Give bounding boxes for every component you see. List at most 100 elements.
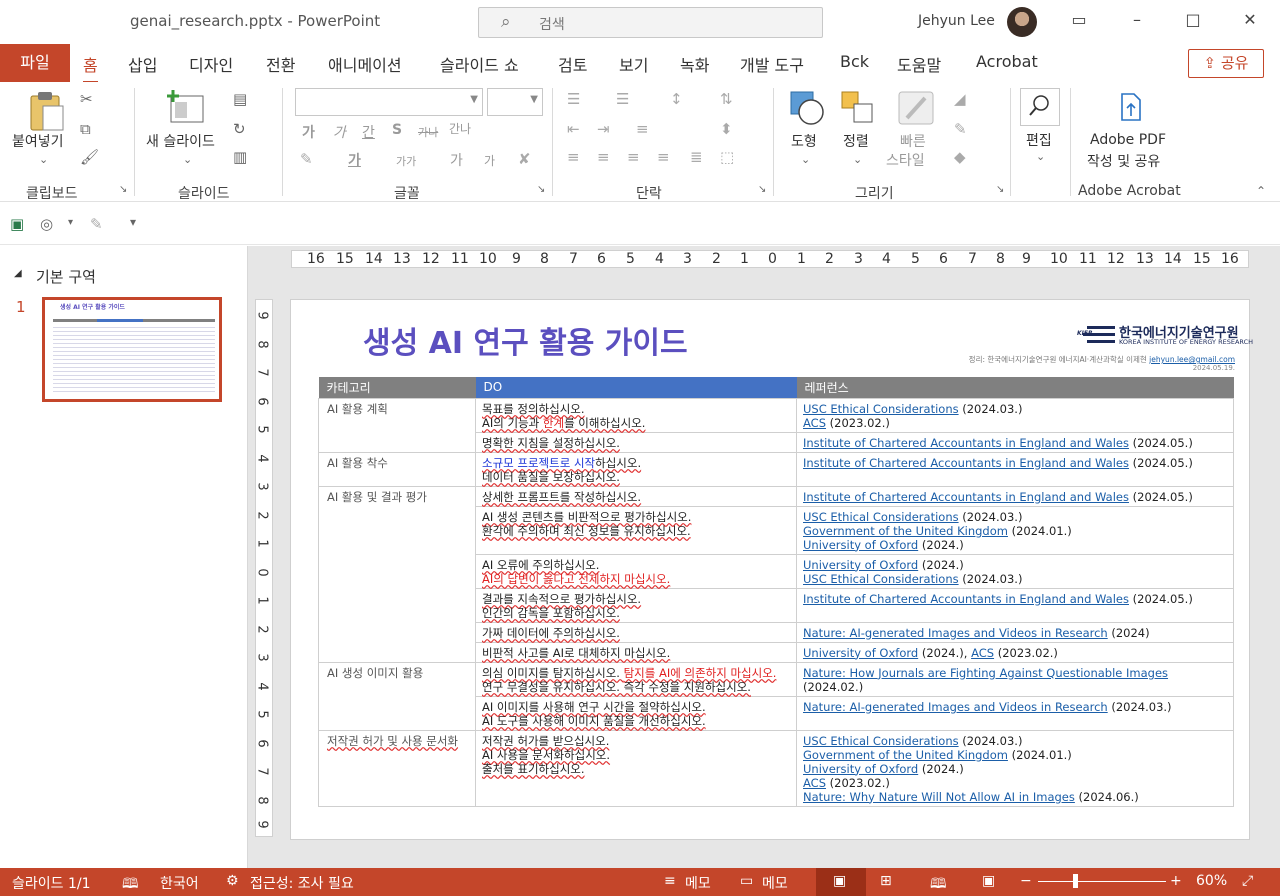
text-highlight-icon[interactable]: ✎ <box>300 150 313 168</box>
tab-acrobat[interactable]: Acrobat <box>976 52 1038 71</box>
fit-slide-icon[interactable]: ⤢ <box>1242 873 1253 889</box>
columns-icon[interactable]: ≡ <box>636 120 649 138</box>
new-slide-dropdown-icon[interactable]: ⌄ <box>183 153 192 166</box>
ref-link[interactable]: Institute of Chartered Accountants in En… <box>803 592 1129 606</box>
tab-developer[interactable]: 개발 도구 <box>740 52 804 76</box>
decrease-indent-icon[interactable]: ⇤ <box>567 120 580 138</box>
shapes-dropdown-icon[interactable]: ⌄ <box>801 153 810 166</box>
italic-button[interactable]: 가 <box>333 122 346 142</box>
ref-link[interactable]: USC Ethical Considerations <box>803 572 959 586</box>
font-family-select[interactable]: ▼ <box>295 88 483 116</box>
bold-button[interactable]: 가 <box>302 122 315 142</box>
maximize-icon[interactable]: □ <box>1181 10 1205 29</box>
editing-dropdown-icon[interactable]: ⌄ <box>1036 150 1045 163</box>
tab-insert[interactable]: 삽입 <box>128 52 157 76</box>
new-slide-icon[interactable] <box>165 90 205 128</box>
ref-link[interactable]: ACS <box>803 776 826 790</box>
ref-link[interactable]: University of Oxford <box>803 558 918 572</box>
ref-link[interactable]: USC Ethical Considerations <box>803 734 959 748</box>
ribbon-display-icon[interactable]: ▭ <box>1067 10 1091 29</box>
ref-link[interactable]: USC Ethical Considerations <box>803 402 959 416</box>
bullets-icon[interactable]: ☰ <box>567 90 580 108</box>
customize-qat-icon[interactable]: ▾ <box>130 215 136 229</box>
clipboard-launcher-icon[interactable]: ↘ <box>119 184 127 195</box>
align-text-icon[interactable]: ⬍ <box>720 120 733 138</box>
ref-link[interactable]: ACS <box>971 646 994 660</box>
ref-link[interactable]: Nature: AI-generated Images and Videos i… <box>803 700 1108 714</box>
zoom-in-icon[interactable]: + <box>1170 873 1182 889</box>
increase-indent-icon[interactable]: ⇥ <box>597 120 610 138</box>
ref-link[interactable]: ACS <box>803 416 826 430</box>
tab-slideshow[interactable]: 슬라이드 쇼 <box>440 52 519 76</box>
format-painter-icon[interactable]: 🖌 <box>80 148 99 166</box>
shape-fill-icon[interactable]: ◢ <box>954 90 966 108</box>
accessibility-status[interactable]: 접근성: 조사 필요 <box>250 873 354 893</box>
align-right-icon[interactable]: ≡ <box>627 148 640 166</box>
quick-styles-icon[interactable] <box>897 90 935 130</box>
tab-view[interactable]: 보기 <box>619 52 648 76</box>
section-collapse-icon[interactable]: ◢ <box>14 268 22 279</box>
minimize-icon[interactable]: – <box>1125 10 1149 29</box>
arrange-dropdown-icon[interactable]: ⌄ <box>853 153 862 166</box>
shrink-font-button[interactable]: 가 <box>484 152 495 169</box>
layout-icon[interactable]: ▤ <box>233 90 247 108</box>
tab-design[interactable]: 디자인 <box>189 52 233 76</box>
zoom-out-icon[interactable]: − <box>1020 873 1032 889</box>
grow-font-button[interactable]: 가 <box>450 150 463 170</box>
normal-view-button[interactable]: ▣ <box>816 868 866 896</box>
slideshow-view-icon[interactable]: ▣ <box>982 873 995 889</box>
paste-dropdown-icon[interactable]: ⌄ <box>39 153 48 166</box>
guide-table[interactable]: 카테고리 DO 레퍼런스 AI 활용 계획 목표를 정의하십시오. AI의 기능… <box>318 377 1234 807</box>
zoom-level[interactable]: 60% <box>1196 873 1227 889</box>
arrange-label[interactable]: 정렬 <box>843 131 869 151</box>
strikethrough-button[interactable]: 가나 <box>418 124 438 140</box>
notes-icon[interactable]: ≡ <box>664 873 676 889</box>
shapes-icon[interactable] <box>789 90 825 130</box>
user-name[interactable]: Jehyun Lee <box>918 13 995 29</box>
char-spacing-button[interactable]: 간나 <box>449 120 471 137</box>
align-left-icon[interactable]: ≡ <box>567 148 580 166</box>
reading-view-icon[interactable]: 🕮 <box>930 873 947 896</box>
ref-link[interactable]: USC Ethical Considerations <box>803 510 959 524</box>
copy-icon[interactable]: ⧉ <box>80 120 91 138</box>
slide-thumbnail[interactable]: 생성 AI 연구 활용 가이드 <box>42 297 222 402</box>
distributed-icon[interactable]: ≣ <box>690 148 703 166</box>
arrange-icon[interactable] <box>840 90 876 130</box>
comments-icon[interactable]: ▭ <box>740 873 753 889</box>
shape-dropdown-icon[interactable]: ▾ <box>68 217 73 228</box>
accessibility-icon[interactable]: ⚙ <box>226 873 239 889</box>
editing-label[interactable]: 편집 <box>1026 130 1052 150</box>
tab-transitions[interactable]: 전환 <box>266 52 295 76</box>
tab-review[interactable]: 검토 <box>558 52 587 76</box>
paste-label[interactable]: 붙여넣기 <box>12 131 64 151</box>
avatar[interactable] <box>1007 7 1037 37</box>
change-case-button[interactable]: 가가 <box>396 153 416 169</box>
adobe-pdf-label2[interactable]: 작성 및 공유 <box>1087 151 1160 171</box>
ref-link[interactable]: University of Oxford <box>803 762 918 776</box>
slide-canvas[interactable]: 생성 AI 연구 활용 가이드 KIER 한국에너지기술연구원 KOREA IN… <box>290 299 1253 840</box>
drawing-launcher-icon[interactable]: ↘ <box>996 184 1004 195</box>
ref-link[interactable]: Nature: AI-generated Images and Videos i… <box>803 626 1108 640</box>
ref-link[interactable]: University of Oxford <box>803 538 918 552</box>
section-icon[interactable]: ▥ <box>233 148 247 166</box>
new-slide-label[interactable]: 새 슬라이드 <box>146 131 215 151</box>
tab-bck[interactable]: Bck <box>840 52 869 71</box>
shape-outline-icon[interactable]: ✎ <box>954 120 967 138</box>
ref-link[interactable]: Institute of Chartered Accountants in En… <box>803 490 1129 504</box>
numbering-icon[interactable]: ☰ <box>616 90 629 108</box>
paste-icon[interactable] <box>27 90 65 136</box>
comments-button[interactable]: 메모 <box>762 873 788 893</box>
ref-link[interactable]: Nature: Why Nature Will Not Allow AI in … <box>803 790 1075 804</box>
tab-animations[interactable]: 애니메이션 <box>328 52 402 76</box>
author-email-link[interactable]: jehyun.lee@gmail.com <box>1149 355 1235 364</box>
reset-slide-icon[interactable]: ↻ <box>233 120 246 138</box>
paragraph-launcher-icon[interactable]: ↘ <box>758 184 766 195</box>
edit-points-icon[interactable]: ✎ <box>90 215 103 233</box>
quick-styles-label2[interactable]: 스타일 <box>886 150 925 170</box>
zoom-slider[interactable] <box>1038 881 1166 882</box>
tab-home[interactable]: 홈 <box>83 52 98 84</box>
ref-link[interactable]: University of Oxford <box>803 646 918 660</box>
text-direction-icon[interactable]: ⇅ <box>720 90 733 108</box>
shadow-button[interactable]: S <box>392 122 402 138</box>
clear-format-icon[interactable]: ✘ <box>518 150 531 168</box>
